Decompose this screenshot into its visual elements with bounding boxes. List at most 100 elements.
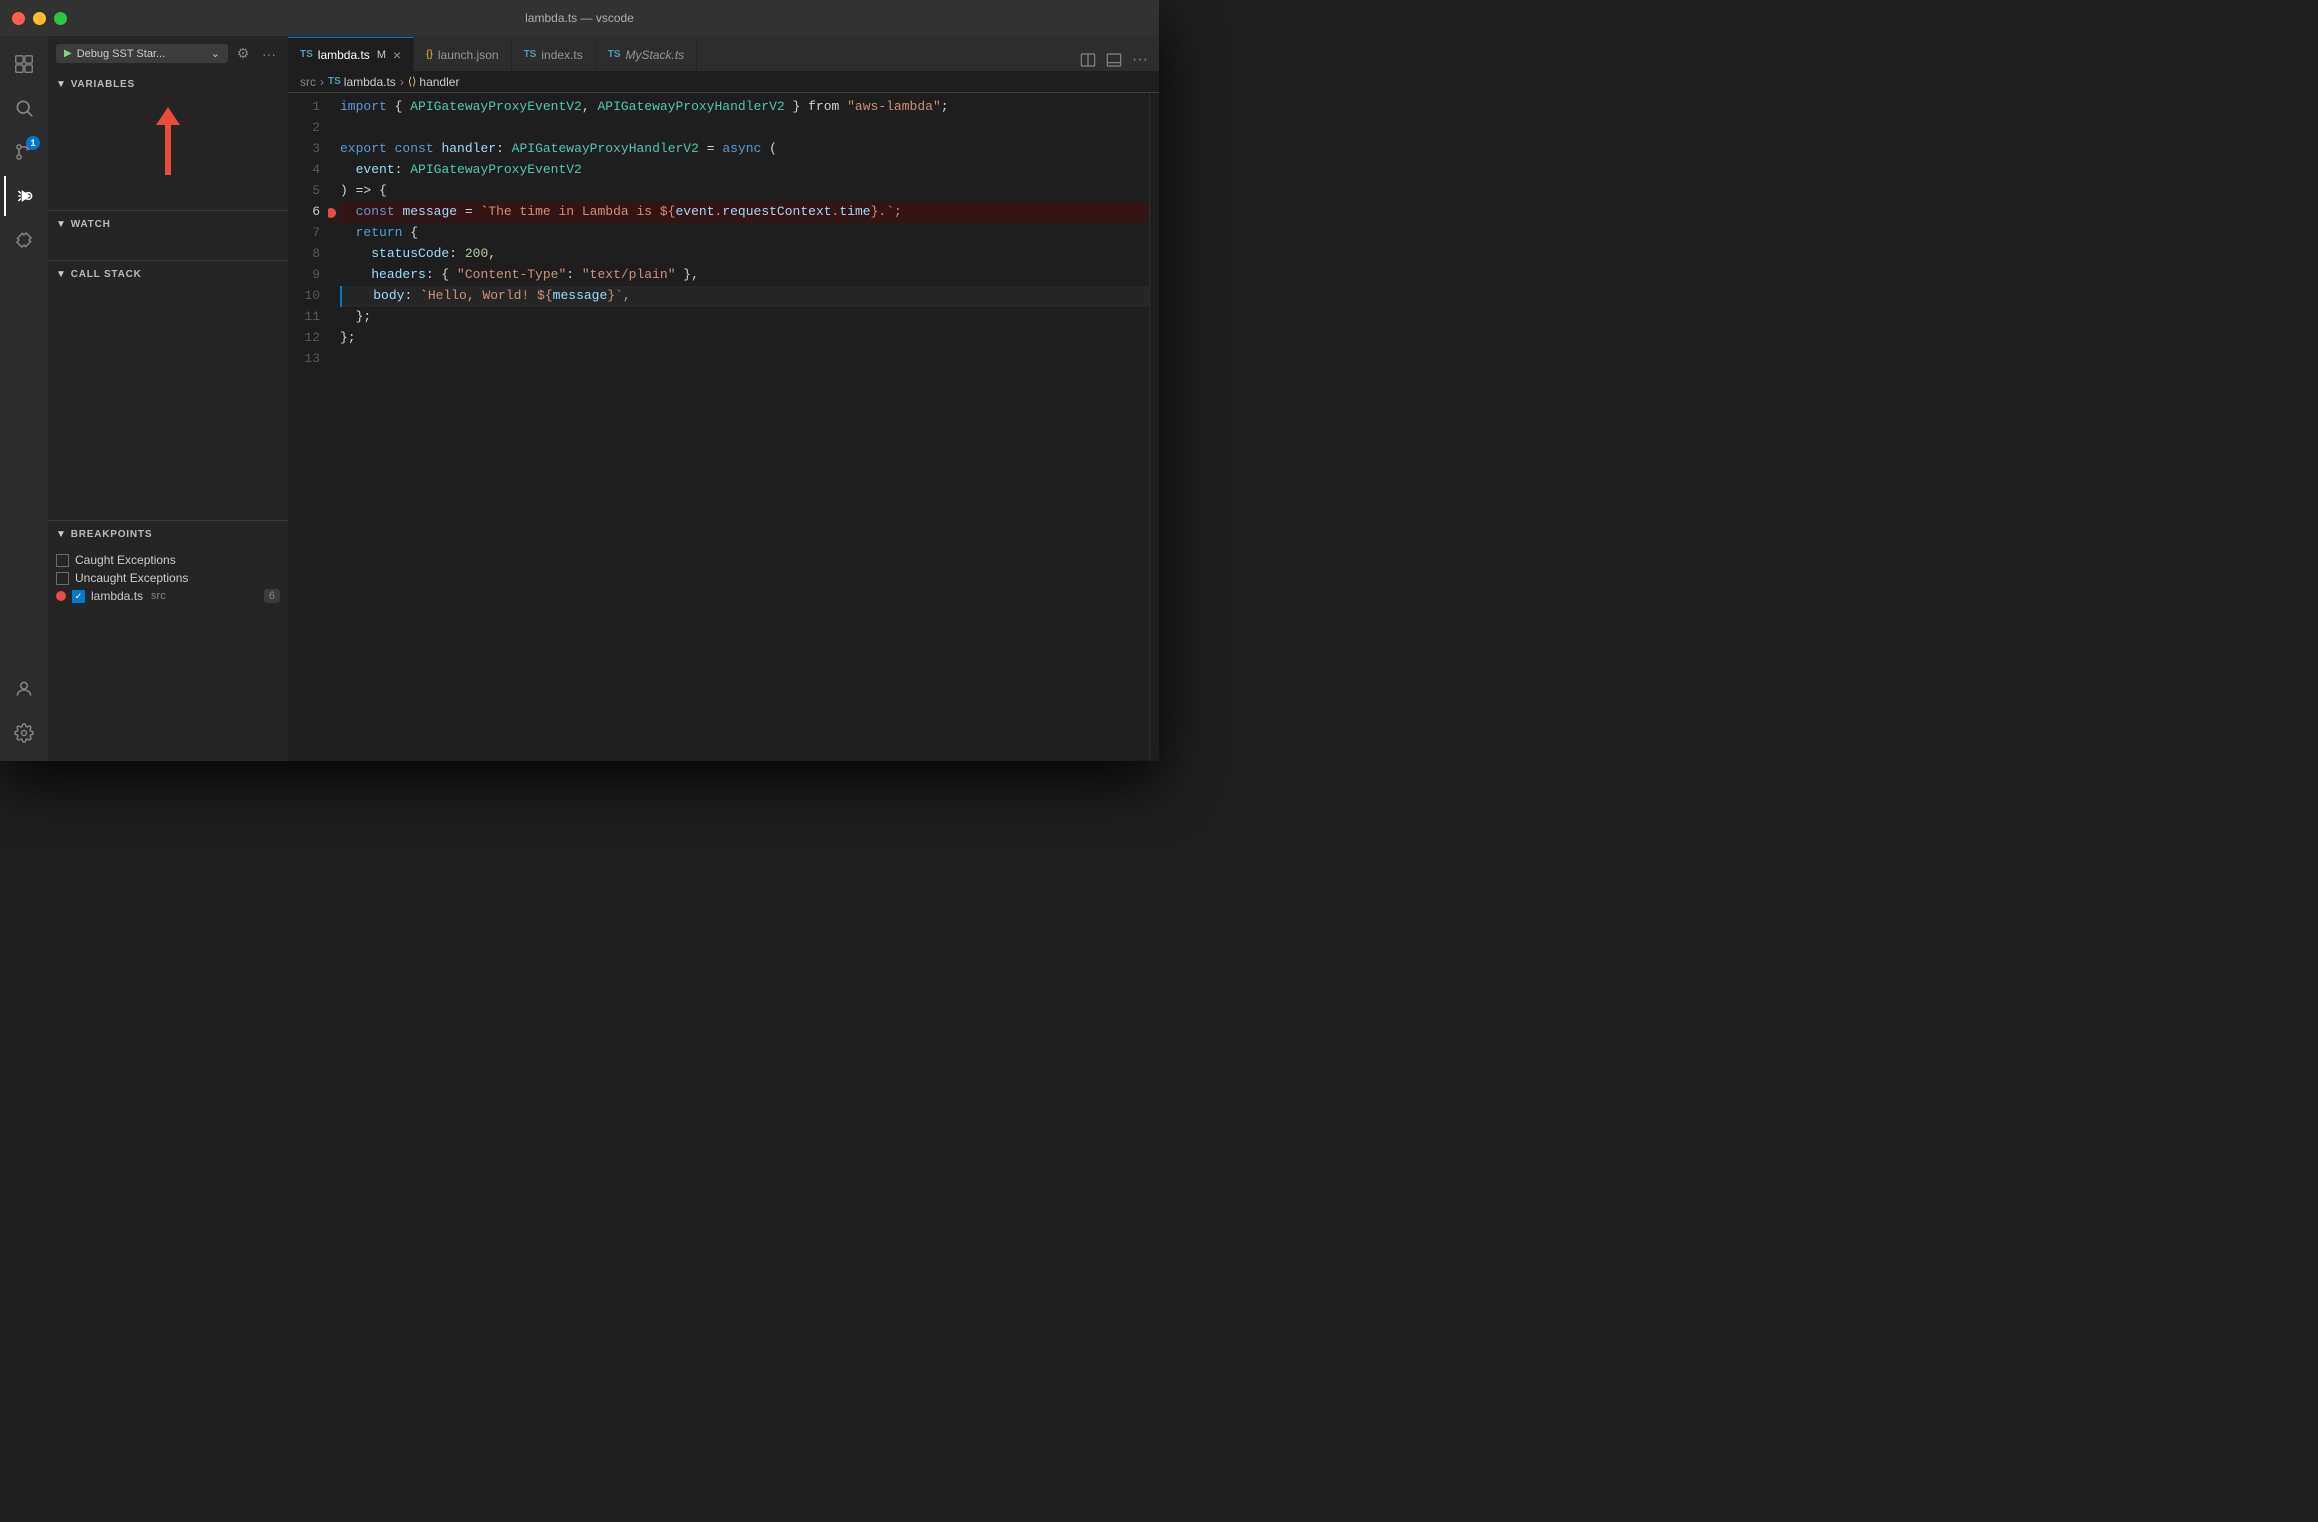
activity-search[interactable] bbox=[4, 88, 44, 128]
ln-6: 6 bbox=[312, 202, 320, 223]
activity-extensions[interactable] bbox=[4, 220, 44, 260]
code-line-9: headers: { "Content-Type": "text/plain" … bbox=[340, 265, 1149, 286]
watch-label: WATCH bbox=[71, 219, 111, 230]
breadcrumb: src › TS lambda.ts › ⟨⟩ handler bbox=[288, 71, 1159, 93]
sidebar: ▶ Debug SST Star... ⌄ ⚙ ··· ▼ VARIABLES bbox=[48, 36, 288, 761]
arrow-shaft bbox=[165, 125, 171, 175]
variables-section: ▼ VARIABLES bbox=[48, 71, 288, 211]
callstack-header[interactable]: ▼ CALL STACK bbox=[48, 261, 288, 287]
ln-8: 8 bbox=[312, 244, 320, 265]
ln-4: 4 bbox=[312, 160, 320, 181]
tab-lambda-ts[interactable]: TS lambda.ts M × bbox=[288, 37, 414, 71]
breakpoint-dot bbox=[56, 591, 66, 601]
breakpoint-uncaught-exceptions: Uncaught Exceptions bbox=[56, 569, 280, 587]
traffic-lights bbox=[12, 12, 67, 25]
window-title: lambda.ts — vscode bbox=[525, 11, 634, 25]
more-editor-actions[interactable]: ··· bbox=[1129, 49, 1151, 71]
titlebar: lambda.ts — vscode bbox=[0, 0, 1159, 36]
debug-config-button[interactable]: ▶ Debug SST Star... ⌄ bbox=[56, 44, 228, 63]
split-editor-button[interactable] bbox=[1077, 49, 1099, 71]
settings-gear-button[interactable]: ⚙ bbox=[232, 43, 254, 65]
uncaught-exceptions-checkbox[interactable] bbox=[56, 572, 69, 585]
ln-10: 10 bbox=[304, 286, 320, 307]
play-icon: ▶ bbox=[64, 48, 72, 59]
tab-launch-json[interactable]: {} launch.json bbox=[414, 37, 511, 71]
tab-close-lambda[interactable]: × bbox=[393, 48, 401, 62]
breadcrumb-symbol[interactable]: handler bbox=[419, 75, 459, 89]
breakpoints-chevron: ▼ bbox=[56, 529, 67, 540]
ln-2: 2 bbox=[312, 118, 320, 139]
breadcrumb-ts-icon: TS bbox=[328, 76, 341, 87]
breadcrumb-file[interactable]: lambda.ts bbox=[344, 75, 396, 89]
arrow-head bbox=[156, 107, 180, 125]
lambda-ts-file: lambda.ts bbox=[91, 589, 143, 603]
breadcrumb-scope-icon: ⟨⟩ bbox=[408, 75, 417, 88]
breakpoints-header[interactable]: ▼ BREAKPOINTS bbox=[48, 521, 288, 547]
watch-section: ▼ WATCH bbox=[48, 211, 288, 261]
ts-icon-lambda: TS bbox=[300, 49, 313, 60]
breakpoint-lambda-ts: ✓ lambda.ts src 6 bbox=[56, 587, 280, 605]
debug-config-label: Debug SST Star... bbox=[77, 48, 165, 60]
ln-5: 5 bbox=[312, 181, 320, 202]
minimize-button[interactable] bbox=[33, 12, 46, 25]
watch-chevron: ▼ bbox=[56, 219, 67, 230]
activity-explorer[interactable] bbox=[4, 44, 44, 84]
json-icon: {} bbox=[426, 49, 433, 60]
ln-1: 1 bbox=[312, 97, 320, 118]
minimap bbox=[1149, 93, 1159, 761]
activity-source-control[interactable]: 1 bbox=[4, 132, 44, 172]
code-content[interactable]: import { APIGatewayProxyEventV2, APIGate… bbox=[328, 93, 1149, 761]
source-control-badge: 1 bbox=[26, 136, 40, 150]
uncaught-exceptions-label: Uncaught Exceptions bbox=[75, 571, 188, 585]
caught-exceptions-checkbox[interactable] bbox=[56, 554, 69, 567]
variables-header[interactable]: ▼ VARIABLES bbox=[48, 71, 288, 97]
activity-account[interactable] bbox=[4, 669, 44, 709]
code-line-8: statusCode: 200, bbox=[340, 244, 1149, 265]
tab-mystack-ts[interactable]: TS MyStack.ts bbox=[596, 37, 697, 71]
tab-index-ts[interactable]: TS index.ts bbox=[512, 37, 596, 71]
more-actions-button[interactable]: ··· bbox=[258, 43, 280, 65]
breadcrumb-src[interactable]: src bbox=[300, 75, 316, 89]
modified-indicator: M bbox=[377, 49, 386, 61]
close-button[interactable] bbox=[12, 12, 25, 25]
main-container: 1 bbox=[0, 36, 1159, 761]
activity-settings[interactable] bbox=[4, 713, 44, 753]
code-line-10: body: `Hello, World! ${message}`, bbox=[340, 286, 1149, 307]
breakpoints-label: BREAKPOINTS bbox=[71, 529, 153, 540]
ln-12: 12 bbox=[304, 328, 320, 349]
code-line-7: return { bbox=[340, 223, 1149, 244]
code-line-11: }; bbox=[340, 307, 1149, 328]
callstack-label: CALL STACK bbox=[71, 269, 142, 280]
code-line-12: }; bbox=[340, 328, 1149, 349]
callstack-chevron: ▼ bbox=[56, 269, 67, 280]
breakpoints-section: ▼ BREAKPOINTS Caught Exceptions Uncaught… bbox=[48, 521, 288, 761]
code-editor[interactable]: 1 2 3 4 5 6 7 8 9 10 11 12 13 import { A… bbox=[288, 93, 1159, 761]
variables-chevron: ▼ bbox=[56, 79, 67, 90]
tab-label-lambda: lambda.ts bbox=[318, 48, 370, 62]
tabs-bar: TS lambda.ts M × {} launch.json TS index… bbox=[288, 36, 1159, 71]
maximize-button[interactable] bbox=[54, 12, 67, 25]
ln-9: 9 bbox=[312, 265, 320, 286]
code-line-1: import { APIGatewayProxyEventV2, APIGate… bbox=[340, 97, 1149, 118]
activity-debug[interactable] bbox=[4, 176, 44, 216]
red-arrow bbox=[156, 107, 180, 175]
code-line-4: event: APIGatewayProxyEventV2 bbox=[340, 160, 1149, 181]
chevron-down-icon: ⌄ bbox=[211, 47, 220, 60]
callstack-section: ▼ CALL STACK bbox=[48, 261, 288, 521]
tab-label-launch: launch.json bbox=[438, 48, 499, 62]
code-line-3: export const handler: APIGatewayProxyHan… bbox=[340, 139, 1149, 160]
ts-icon-index: TS bbox=[524, 49, 537, 60]
ln-13: 13 bbox=[304, 349, 320, 370]
line-numbers: 1 2 3 4 5 6 7 8 9 10 11 12 13 bbox=[288, 93, 328, 761]
tab-label-index: index.ts bbox=[541, 48, 582, 62]
lambda-ts-src: src bbox=[151, 590, 166, 602]
editor-area: TS lambda.ts M × {} launch.json TS index… bbox=[288, 36, 1159, 761]
lambda-ts-checkbox[interactable]: ✓ bbox=[72, 590, 85, 603]
ln-3: 3 bbox=[312, 139, 320, 160]
caught-exceptions-label: Caught Exceptions bbox=[75, 553, 176, 567]
toggle-panel-button[interactable] bbox=[1103, 49, 1125, 71]
breakpoints-content: Caught Exceptions Uncaught Exceptions ✓ … bbox=[48, 547, 288, 609]
watch-header[interactable]: ▼ WATCH bbox=[48, 211, 288, 237]
tab-actions: ··· bbox=[1069, 49, 1159, 71]
ln-11: 11 bbox=[304, 307, 320, 328]
